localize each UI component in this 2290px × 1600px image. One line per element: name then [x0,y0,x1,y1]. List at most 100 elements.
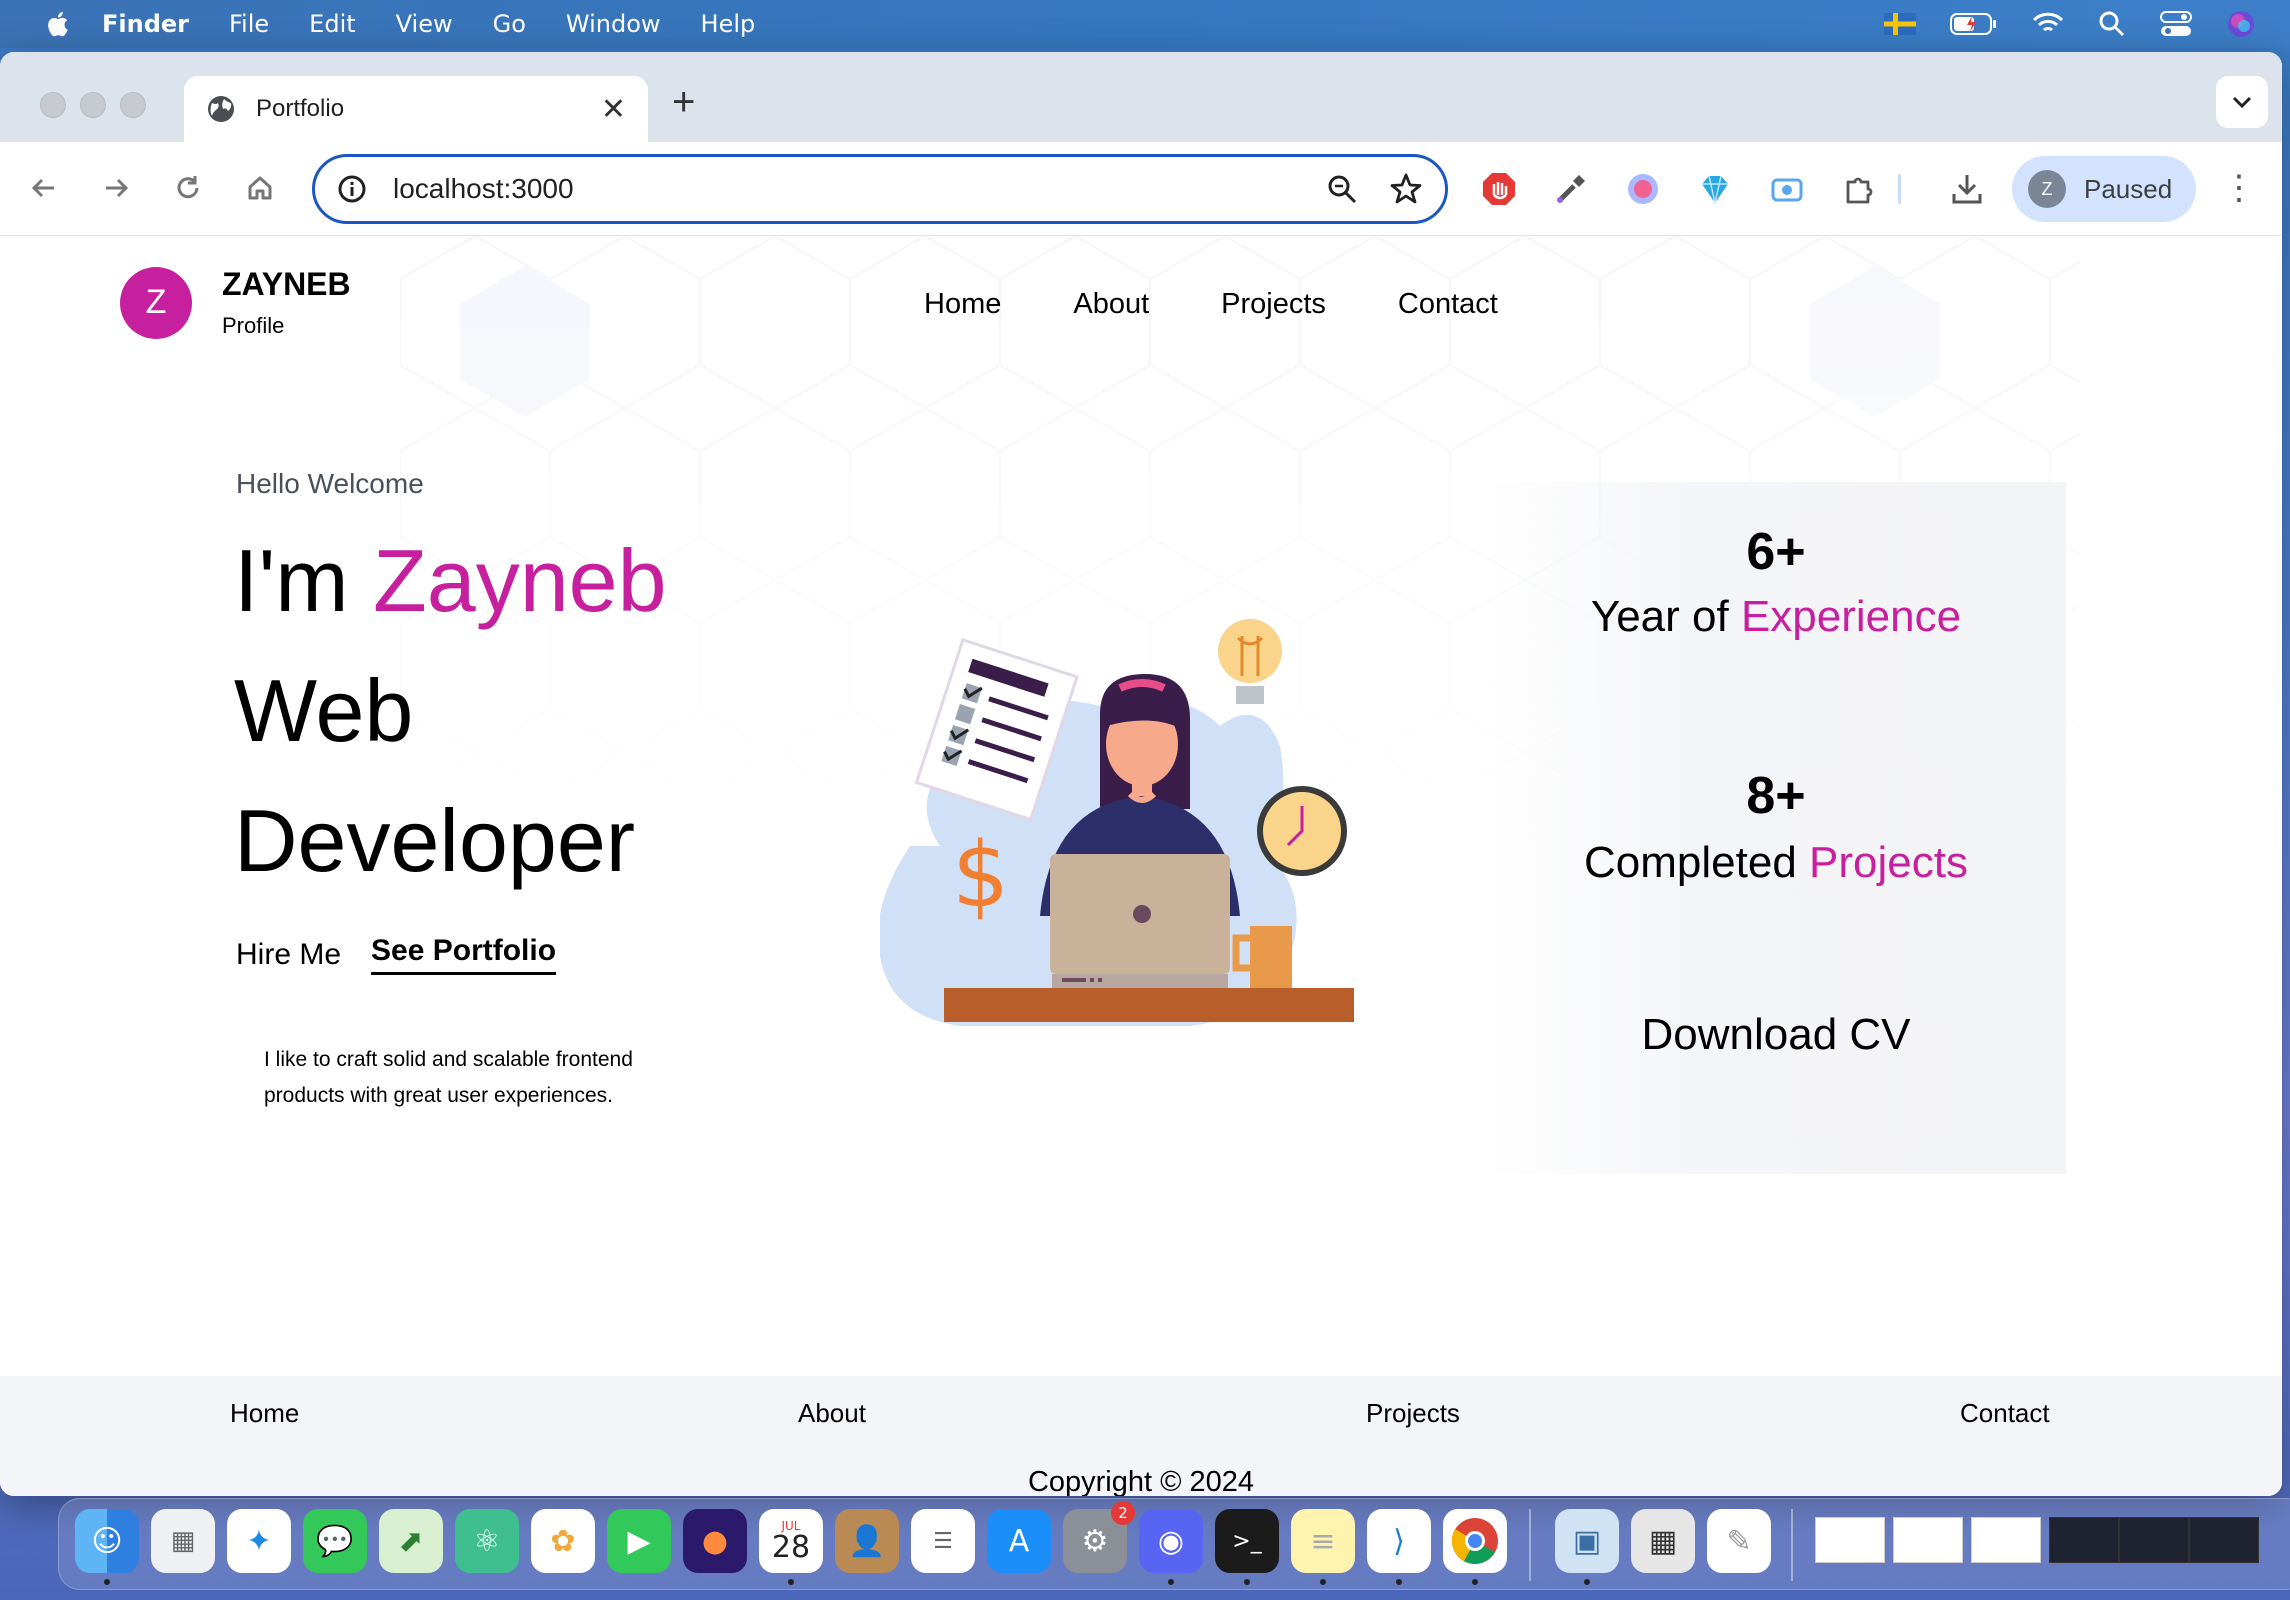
menu-go[interactable]: Go [493,10,526,38]
back-button[interactable] [24,168,64,208]
menu-edit[interactable]: Edit [309,10,355,38]
preview-icon[interactable]: ▣ [1555,1509,1619,1573]
page-content: Z ZAYNEB Profile Home About Projects Con… [0,236,2282,1496]
url-text[interactable]: localhost:3000 [393,173,1295,205]
screen-capture-icon[interactable] [1768,170,1806,208]
forward-button[interactable] [96,168,136,208]
textedit-icon[interactable]: ✎ [1707,1509,1771,1573]
developer-illustration: $ [880,619,1354,1026]
nav-home[interactable]: Home [924,288,1001,321]
brand-logo: Z [120,266,192,339]
site-info-icon[interactable] [337,174,367,204]
menu-app-name[interactable]: Finder [102,10,189,38]
bookmark-star-icon[interactable] [1389,172,1423,206]
footer-link-projects[interactable]: Projects [1366,1398,1460,1429]
discord-icon[interactable]: ◉ [1139,1509,1203,1573]
menu-file[interactable]: File [229,10,269,38]
nav-contact[interactable]: Contact [1398,288,1498,321]
minimized-window-thumbnail[interactable] [1971,1517,2041,1563]
finder-icon[interactable]: ☺ [75,1509,139,1573]
calendar-day: 28 [771,1530,811,1565]
address-bar[interactable]: localhost:3000 [312,154,1448,224]
minimized-window-thumbnail[interactable] [2119,1517,2189,1563]
maps-icon[interactable]: ⬈ [379,1509,443,1573]
svg-text:$: $ [952,823,1009,928]
home-icon [248,176,272,200]
messages-icon[interactable]: 💬 [303,1509,367,1573]
vscode-icon[interactable]: ⟩ [1367,1509,1431,1573]
brand-name: ZAYNEB [222,266,351,302]
minimize-window-button[interactable] [80,92,106,118]
nav-projects[interactable]: Projects [1221,288,1326,321]
zoom-icon[interactable] [1325,172,1359,206]
toolbar-divider [1896,170,1902,208]
tab-search-button[interactable] [2216,76,2268,128]
photos-icon[interactable]: ✿ [531,1509,595,1573]
reload-button[interactable] [168,168,208,208]
stat-experience-label-accent: Experience [1740,592,1962,641]
minimized-window-thumbnail[interactable] [1815,1517,1885,1563]
menu-help[interactable]: Help [701,10,756,38]
download-icon[interactable] [1948,170,1986,208]
zoom-window-button[interactable] [120,92,146,118]
profile-status: Paused [2084,173,2173,204]
see-portfolio-button[interactable]: See Portfolio [371,934,557,975]
brand[interactable]: Z ZAYNEB Profile [120,266,351,339]
stat-projects-label-accent: Projects [1809,838,1968,887]
chrome-icon[interactable] [1443,1509,1507,1573]
terminal-icon[interactable]: >_ [1215,1509,1279,1573]
hero-name: Zayneb [373,531,667,630]
launchpad-icon[interactable]: ▦ [151,1509,215,1573]
calculator-icon[interactable]: ▦ [1631,1509,1695,1573]
footer: Home About Projects Contact Copyright © … [0,1376,2282,1496]
hire-me-button[interactable]: Hire Me [236,938,341,972]
record-icon[interactable] [1624,170,1662,208]
apple-menu-icon[interactable] [44,9,74,39]
profile-button[interactable]: Z Paused [2012,156,2196,222]
puzzle-icon[interactable] [1840,170,1878,208]
firefox-icon[interactable]: ● [683,1509,747,1573]
menu-view[interactable]: View [396,10,453,38]
reminders-icon[interactable]: ☰ [911,1509,975,1573]
close-tab-icon[interactable]: ✕ [601,92,626,127]
menu-window[interactable]: Window [566,10,661,38]
running-indicator [1244,1579,1250,1585]
minimized-window-thumbnail[interactable] [2049,1517,2119,1563]
running-indicator [104,1579,110,1585]
minimized-window-thumbnail[interactable] [1893,1517,1963,1563]
running-indicator [1168,1579,1174,1585]
more-menu-icon[interactable]: ⋮ [2222,168,2256,208]
calendar-icon[interactable]: JUL 28 [759,1509,823,1573]
siri-icon[interactable] [2226,9,2256,39]
gem-icon[interactable] [1696,170,1734,208]
facetime-icon[interactable]: ▶ [607,1509,671,1573]
footer-link-about[interactable]: About [798,1398,866,1429]
minimized-window-thumbnail[interactable] [2189,1517,2259,1563]
spotlight-search-icon[interactable] [2098,10,2126,38]
footer-link-contact[interactable]: Contact [1960,1398,2050,1429]
adblock-icon[interactable] [1480,170,1518,208]
footer-link-home[interactable]: Home [230,1398,299,1429]
app-store-icon[interactable]: A [987,1509,1051,1573]
close-window-button[interactable] [40,92,66,118]
tab-portfolio[interactable]: Portfolio ✕ [184,76,648,142]
new-tab-button[interactable]: + [672,80,695,125]
atom-icon[interactable]: ⚛ [455,1509,519,1573]
eyedropper-icon[interactable] [1552,170,1590,208]
flag-sweden-icon[interactable] [1884,13,1916,35]
browser-window: Portfolio ✕ + localhost:3000 Z Paused ⋮ … [0,52,2282,1496]
system-settings-icon[interactable]: ⚙ 2 [1063,1501,1135,1573]
notes-icon[interactable]: ≡ [1291,1509,1355,1573]
wifi-icon[interactable] [2032,12,2064,36]
control-center-icon[interactable] [2160,10,2192,38]
home-button[interactable] [240,168,280,208]
safari-icon[interactable]: ✦ [227,1509,291,1573]
brand-subtitle: Profile [222,313,285,338]
nav-about[interactable]: About [1073,288,1149,321]
battery-icon[interactable] [1950,12,1998,36]
browser-toolbar: localhost:3000 Z Paused ⋮ [0,142,2282,236]
contacts-icon[interactable]: 👤 [835,1509,899,1573]
download-cv-button[interactable]: Download CV [1486,1010,2066,1060]
running-indicator [788,1579,794,1585]
hero-line-developer: Developer [234,791,636,890]
